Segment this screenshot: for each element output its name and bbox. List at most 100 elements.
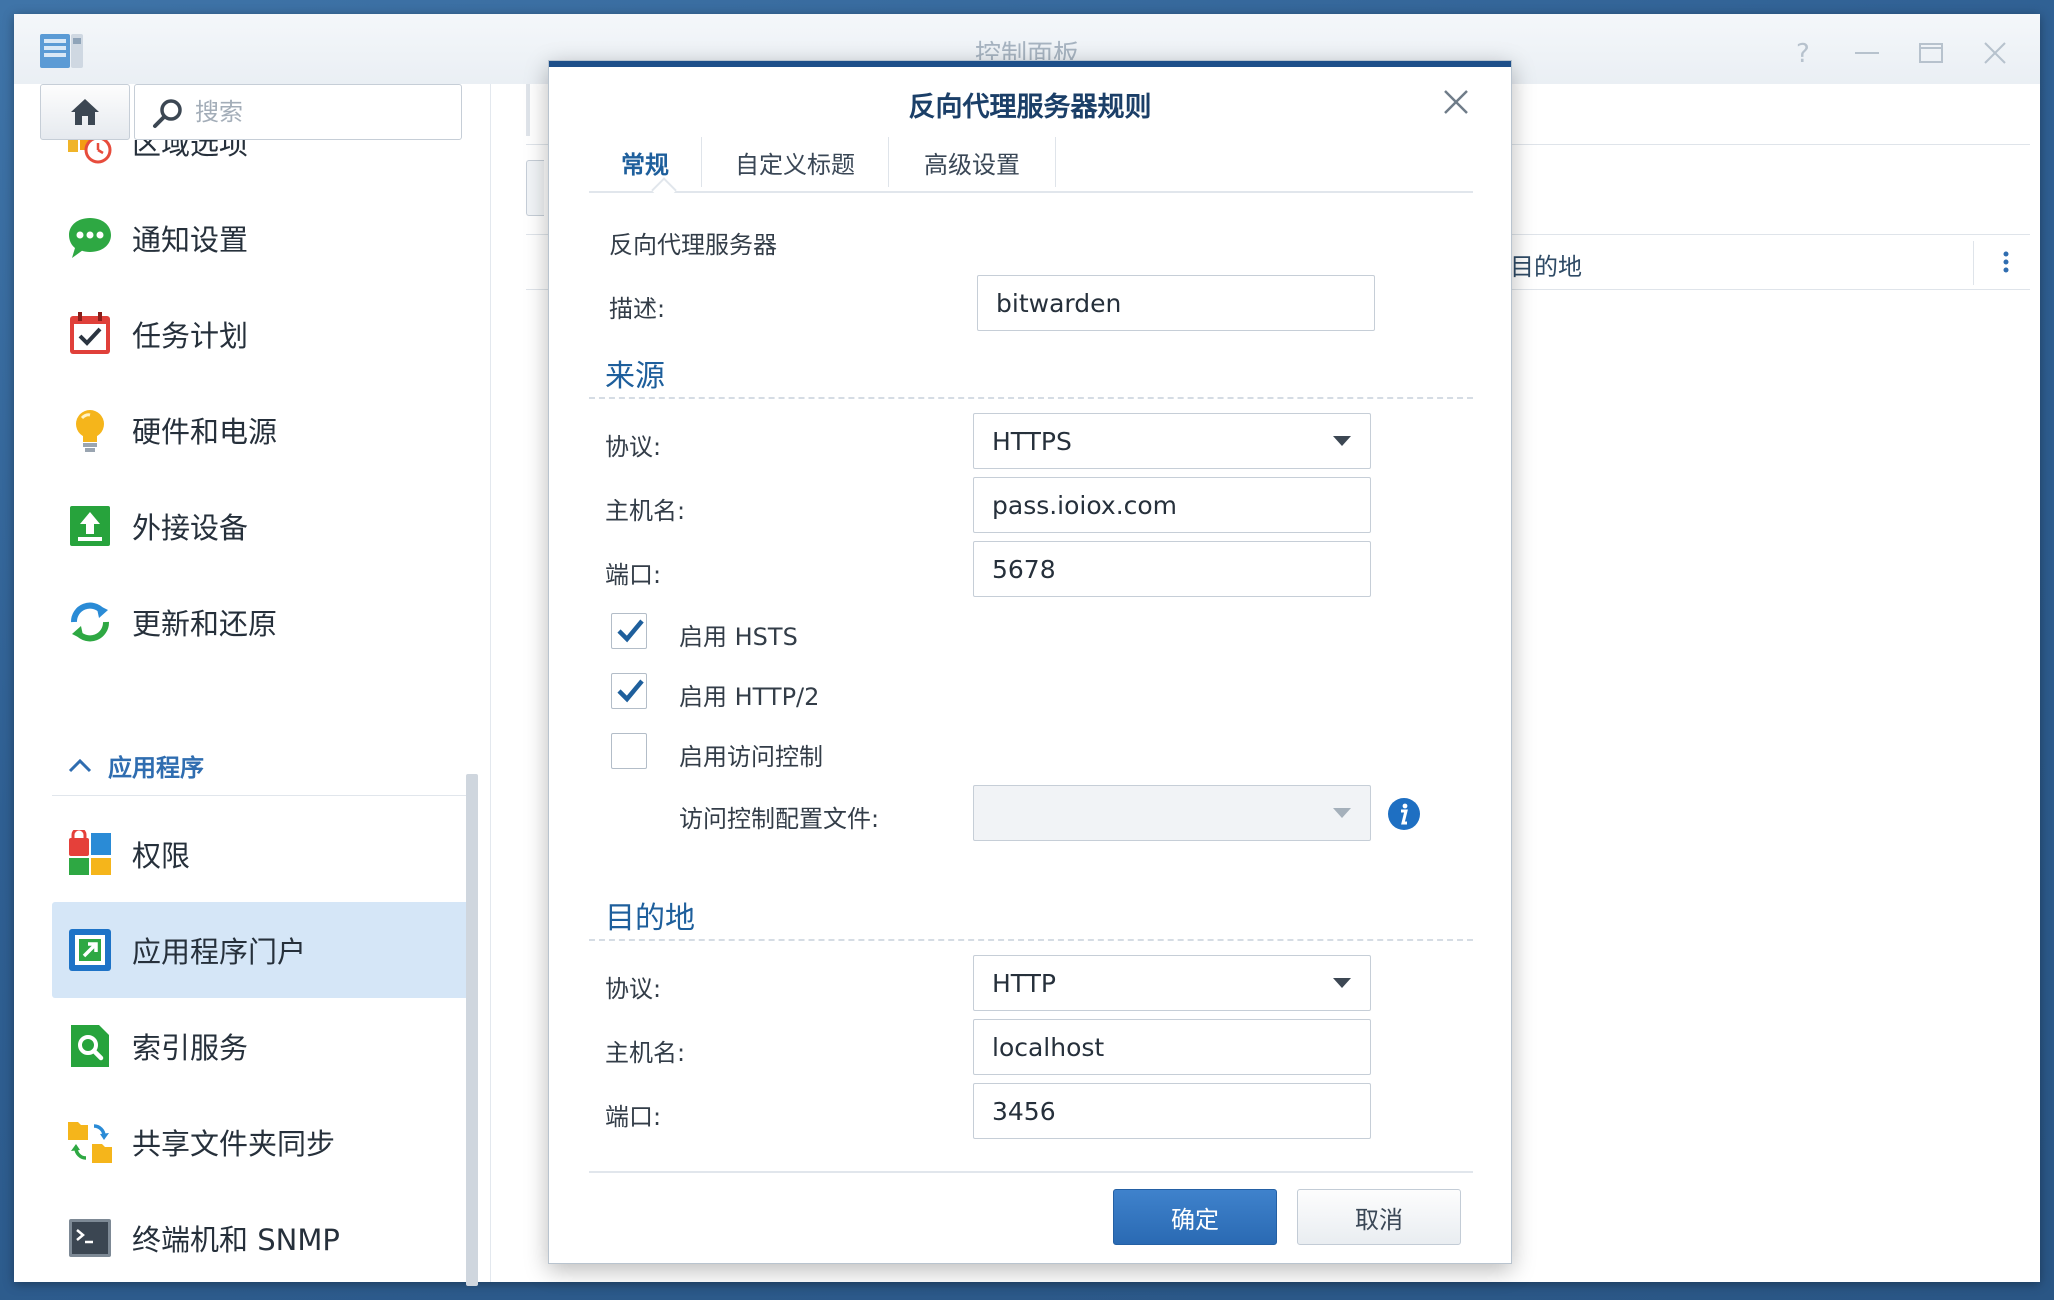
sidebar-item-update-restore[interactable]: 更新和还原 [52, 574, 474, 670]
sidebar-item-label: 通知设置 [132, 223, 249, 257]
tab-advanced[interactable]: 高级设置 [889, 133, 1055, 191]
source-hostname-input[interactable] [974, 478, 1370, 532]
hardware-power-icon [76, 410, 104, 452]
dropdown-caret-icon [1333, 436, 1351, 446]
dropdown-caret-icon [1333, 978, 1351, 988]
maximize-icon[interactable] [1914, 36, 1948, 70]
sidebar-item-label: 外接设备 [132, 511, 249, 545]
dialog-footer-divider [589, 1171, 1473, 1173]
source-port-input[interactable] [974, 542, 1370, 596]
checkmark-icon [617, 619, 644, 643]
cancel-button[interactable]: 取消 [1297, 1189, 1461, 1245]
sidebar-item-label: 共享文件夹同步 [132, 1127, 336, 1161]
update-restore-icon [70, 602, 110, 642]
close-icon[interactable] [1441, 87, 1471, 117]
indexing-service-icon [71, 1025, 109, 1067]
sidebar-section-applications[interactable]: 应用程序 [52, 736, 474, 796]
info-icon[interactable] [1387, 797, 1421, 831]
sidebar-item-task-scheduler[interactable]: 任务计划 [52, 286, 474, 382]
destination-port-input[interactable] [974, 1084, 1370, 1138]
description-label: 描述: [609, 295, 666, 323]
home-button[interactable] [40, 84, 130, 140]
destination-port-field[interactable] [973, 1083, 1371, 1139]
source-port-field[interactable] [973, 541, 1371, 597]
destination-protocol-label: 协议: [605, 975, 662, 1003]
sidebar-item-label: 索引服务 [132, 1031, 249, 1065]
notification-icon [69, 218, 111, 258]
tab-custom-headers[interactable]: 自定义标题 [702, 133, 888, 191]
external-devices-icon [70, 506, 110, 546]
source-hostname-field[interactable] [973, 477, 1371, 533]
sidebar-section-label: 应用程序 [108, 754, 204, 782]
destination-section-title: 目的地 [605, 901, 695, 936]
hsts-label[interactable]: 启用 HSTS [679, 617, 798, 652]
sidebar-item-application-portal[interactable]: 应用程序门户 [52, 902, 474, 998]
task-scheduler-icon [70, 312, 110, 354]
tab-general[interactable]: 常规 [589, 133, 701, 191]
hsts-checkbox[interactable] [611, 613, 647, 649]
search-box[interactable] [134, 84, 462, 140]
source-section-title: 来源 [605, 359, 665, 394]
destination-hostname-input[interactable] [974, 1020, 1370, 1074]
main-tab-edge [526, 84, 530, 136]
sidebar-item-label: 终端机和 SNMP [132, 1223, 340, 1257]
sidebar-item-shared-folder-sync[interactable]: 共享文件夹同步 [52, 1094, 474, 1190]
sidebar-item-label: 任务计划 [132, 319, 249, 353]
sidebar-item-hardware-power[interactable]: 硬件和电源 [52, 382, 474, 478]
regional-options-icon [68, 140, 112, 164]
destination-hostname-label: 主机名: [605, 1039, 686, 1067]
destination-protocol-value: HTTP [992, 969, 1056, 998]
group-label: 反向代理服务器 [609, 231, 777, 259]
destination-protocol-select[interactable]: HTTP [973, 955, 1371, 1011]
ok-button[interactable]: 确定 [1113, 1189, 1277, 1245]
sidebar-item-external-devices[interactable]: 外接设备 [52, 478, 474, 574]
close-window-icon[interactable] [1978, 36, 2012, 70]
dialog-title: 反向代理服务器规则 [908, 92, 1152, 123]
sidebar-scrollbar[interactable] [466, 774, 478, 1286]
column-header-destination[interactable]: 目的地 [1510, 247, 1582, 282]
main-toolbar-button[interactable] [526, 160, 544, 216]
column-separator [1973, 241, 1974, 285]
sidebar-divider [490, 84, 491, 1282]
sidebar-item-label: 应用程序门户 [132, 935, 307, 969]
dropdown-caret-icon [1333, 808, 1351, 818]
dialog-top-accent [549, 61, 1511, 67]
sidebar-item-terminal-snmp[interactable]: 终端机和 SNMP [52, 1190, 474, 1282]
column-menu-icon[interactable] [1994, 247, 2018, 277]
description-field[interactable] [977, 275, 1375, 331]
destination-hostname-field[interactable] [973, 1019, 1371, 1075]
access-control-checkbox[interactable] [611, 733, 647, 769]
destination-divider [589, 939, 1473, 941]
search-input[interactable] [195, 93, 445, 131]
sidebar-item-label: 区域选项 [132, 140, 249, 161]
access-control-label[interactable]: 启用访问控制 [679, 737, 823, 772]
sidebar-item-notification[interactable]: 通知设置 [52, 190, 474, 286]
source-protocol-value: HTTPS [992, 427, 1072, 456]
access-profile-select[interactable] [973, 785, 1371, 841]
description-input[interactable] [978, 276, 1374, 330]
sidebar-item-label: 权限 [132, 839, 191, 873]
minimize-icon[interactable] [1850, 36, 1884, 70]
help-icon[interactable]: ? [1786, 36, 1820, 70]
http2-label[interactable]: 启用 HTTP/2 [679, 677, 819, 712]
privileges-icon [69, 830, 111, 875]
control-panel-window: 控制面板 ? 搜索 区域选项 通知设置 任务计划 硬件和电源 外接设备 更新和还… [14, 14, 2040, 1286]
http2-checkbox[interactable] [611, 673, 647, 709]
sidebar-item-indexing-service[interactable]: 索引服务 [52, 998, 474, 1094]
source-hostname-label: 主机名: [605, 497, 686, 525]
sidebar: 区域选项 通知设置 任务计划 硬件和电源 外接设备 更新和还原 应用程序 权限 … [40, 140, 474, 1282]
chevron-up-icon [68, 758, 92, 772]
terminal-snmp-icon [69, 1219, 111, 1257]
tab-separator [1055, 137, 1056, 187]
sidebar-item-label: 硬件和电源 [132, 415, 278, 449]
dialog-tabs: 常规 自定义标题 高级设置 [589, 133, 1473, 203]
sidebar-item-label: 更新和还原 [132, 607, 278, 641]
source-protocol-select[interactable]: HTTPS [973, 413, 1371, 469]
destination-port-label: 端口: [605, 1103, 662, 1131]
access-profile-label: 访问控制配置文件: [679, 805, 880, 833]
home-icon [71, 99, 99, 125]
source-protocol-label: 协议: [605, 433, 662, 461]
shared-folder-sync-icon [68, 1122, 112, 1163]
sidebar-item-privileges[interactable]: 权限 [52, 806, 474, 902]
sidebar-item-regional-options[interactable]: 区域选项 [52, 140, 474, 190]
